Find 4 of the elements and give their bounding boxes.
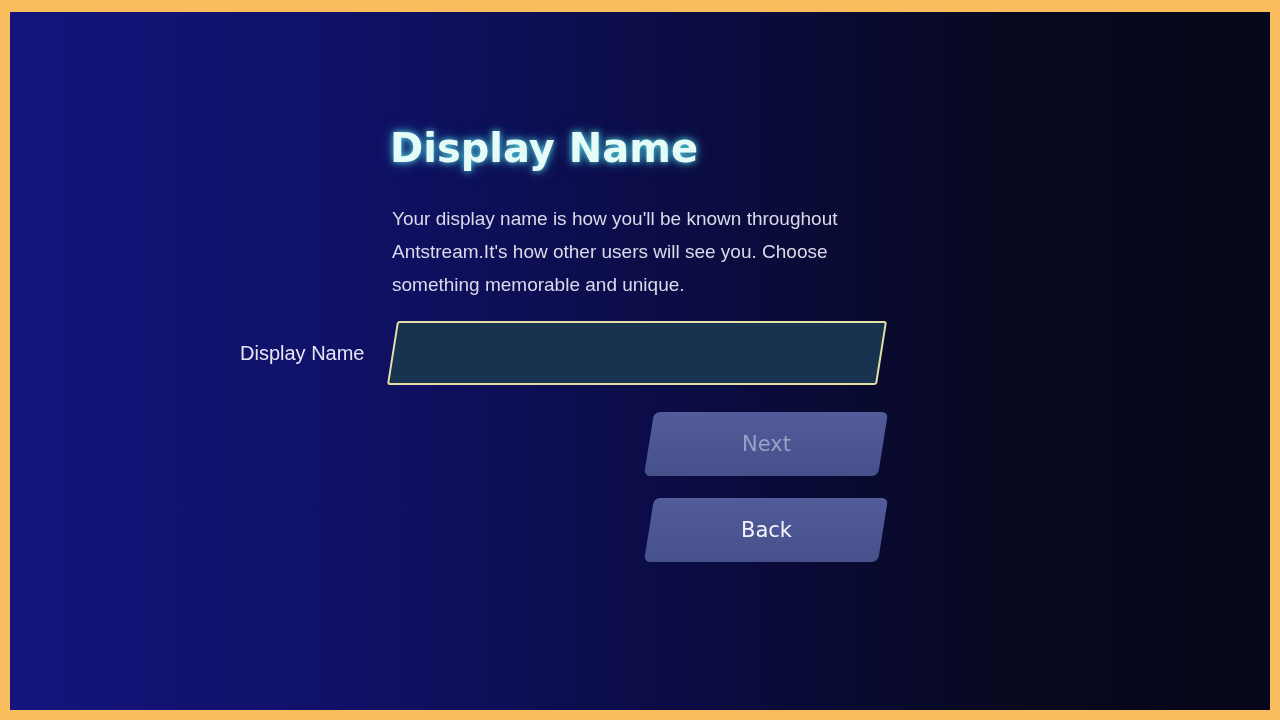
description-text: Your display name is how you'll be known throughout Antstream.It's how other users will see you. Choose something memorable and unique. (392, 207, 839, 297)
back-button[interactable]: Back (643, 498, 889, 562)
field-label: Display Name (240, 341, 365, 365)
page-title: Display Name (390, 124, 699, 172)
